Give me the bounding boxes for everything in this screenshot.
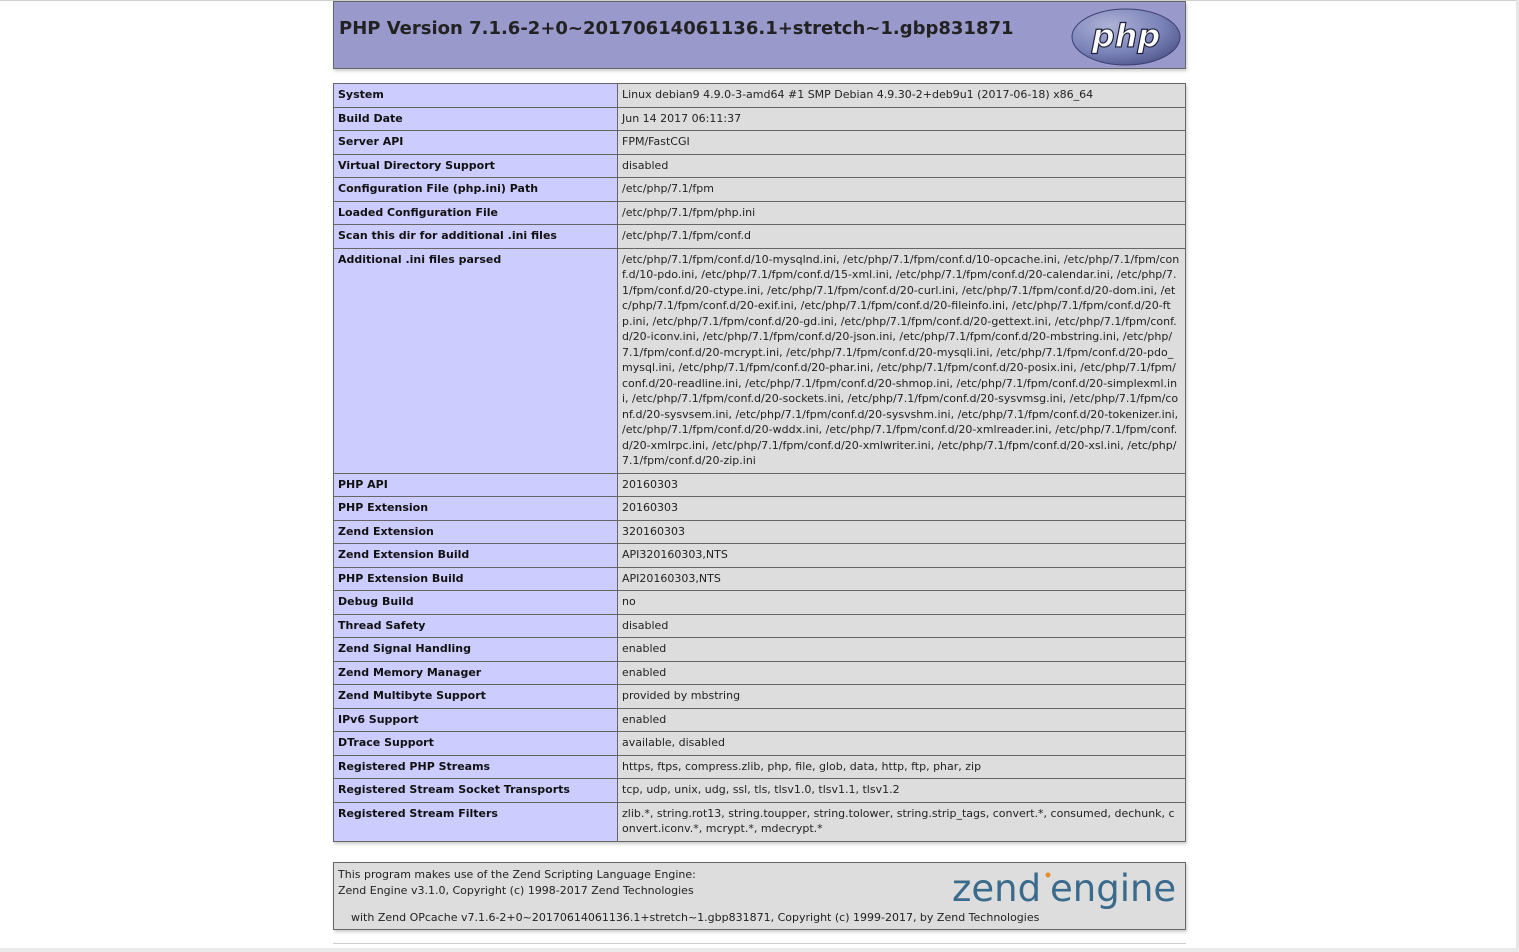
info-row-label: Build Date [333, 106, 618, 131]
info-row-label: Configuration File (php.ini) Path [333, 177, 618, 202]
info-row: Registered Stream Filters zlib.*, string.… [333, 801, 1186, 842]
info-row: Thread Safety disabled [333, 613, 1186, 638]
info-row-label: Virtual Directory Support [333, 153, 618, 178]
info-row-label: Zend Signal Handling [333, 637, 618, 662]
info-row-label: Server API [333, 130, 618, 155]
info-row-value: API320160303,NTS [617, 543, 1186, 568]
info-row-label: Zend Multibyte Support [333, 684, 618, 709]
info-row: Registered PHP Streams https, ftps, compr… [333, 754, 1186, 779]
info-row-label: Zend Extension [333, 519, 618, 544]
php-version-header: PHP Version 7.1.6-2+0~20170614061136.1+s… [333, 1, 1186, 69]
php-info-table: System Linux debian9 4.9.0-3-amd64 #1 SMP… [333, 83, 1186, 842]
info-row: Scan this dir for additional .ini files /… [333, 224, 1186, 249]
info-row: Debug Build no [333, 590, 1186, 615]
info-row: Zend Extension Build API320160303,NTS [333, 543, 1186, 568]
info-row-label: Registered Stream Filters [333, 801, 618, 842]
info-row-value: no [617, 590, 1186, 615]
info-row: Configuration File (php.ini) Path/etc/ph… [333, 177, 1186, 202]
info-row: Virtual Directory Support disabled [333, 153, 1186, 178]
info-row-value: enabled [617, 660, 1186, 685]
info-row-value: 320160303 [617, 519, 1186, 544]
info-row-label: Registered PHP Streams [333, 754, 618, 779]
info-row-value: https, ftps, compress.zlib, php, file, g… [617, 754, 1186, 779]
info-row-label: Zend Memory Manager [333, 660, 618, 685]
info-row: IPv6 Support enabled [333, 707, 1186, 732]
info-row: PHP Extension Build API20160303,NTS [333, 566, 1186, 591]
info-row-value: Linux debian9 4.9.0-3-amd64 #1 SMP Debia… [617, 83, 1186, 108]
info-row: Zend Extension 320160303 [333, 519, 1186, 544]
info-row-label: IPv6 Support [333, 707, 618, 732]
info-row-value: /etc/php/7.1/fpm/php.ini [617, 200, 1186, 225]
php-logo-icon[interactable]: php [1071, 8, 1181, 66]
zend-engine-version-text: Zend Engine v3.1.0, Copyright (c) 1998-2… [338, 884, 694, 897]
info-row-value: provided by mbstring [617, 684, 1186, 709]
info-row-value: /etc/php/7.1/fpm/conf.d/10-mysqlnd.ini, … [617, 247, 1186, 474]
info-row-label: Debug Build [333, 590, 618, 615]
zend-engine-logo-icon[interactable]: zend engine [950, 865, 1182, 913]
info-row: Loaded Configuration File/etc/php/7.1/fp… [333, 200, 1186, 225]
info-row-value: FPM/FastCGI [617, 130, 1186, 155]
info-row-value: API20160303,NTS [617, 566, 1186, 591]
info-row-value: Jun 14 2017 06:11:37 [617, 106, 1186, 131]
info-row: Registered Stream Socket Transports tcp, … [333, 778, 1186, 803]
info-row-value: disabled [617, 153, 1186, 178]
info-row: System Linux debian9 4.9.0-3-amd64 #1 SMP… [333, 83, 1186, 108]
info-row: Additional .ini files parsed/etc/php/7.1… [333, 247, 1186, 474]
info-row-value: /etc/php/7.1/fpm [617, 177, 1186, 202]
info-row-value: 20160303 [617, 496, 1186, 521]
info-row-label: PHP API [333, 472, 618, 497]
window-bottom-border [0, 948, 1519, 952]
info-row-value: available, disabled [617, 731, 1186, 756]
info-row-label: PHP Extension Build [333, 566, 618, 591]
footer-separator [333, 943, 1186, 944]
info-row-label: Zend Extension Build [333, 543, 618, 568]
info-row-value: /etc/php/7.1/fpm/conf.d [617, 224, 1186, 249]
zend-engine-section: This program makes use of the Zend Scrip… [333, 862, 1186, 930]
php-logo-text: php [1091, 17, 1161, 55]
info-row: Build Date Jun 14 2017 06:11:37 [333, 106, 1186, 131]
info-row-label: Loaded Configuration File [333, 200, 618, 225]
info-row: Zend Multibyte Support provided by mbstri… [333, 684, 1186, 709]
info-row: Server API FPM/FastCGI [333, 130, 1186, 155]
page-title: PHP Version 7.1.6-2+0~20170614061136.1+s… [339, 18, 1014, 39]
info-row-label: DTrace Support [333, 731, 618, 756]
info-row: PHP API 20160303 [333, 472, 1186, 497]
zend-logo-dot [1045, 872, 1051, 878]
info-row-label: Thread Safety [333, 613, 618, 638]
info-row-value: enabled [617, 637, 1186, 662]
info-row: Zend Signal Handling enabled [333, 637, 1186, 662]
info-row-value: zlib.*, string.rot13, string.toupper, st… [617, 801, 1186, 842]
info-row-value: enabled [617, 707, 1186, 732]
info-row-value: disabled [617, 613, 1186, 638]
info-row-value: 20160303 [617, 472, 1186, 497]
zend-logo-word2: engine [1050, 867, 1176, 910]
info-row-label: Registered Stream Socket Transports [333, 778, 618, 803]
zend-intro-text: This program makes use of the Zend Scrip… [338, 868, 696, 881]
zend-opcache-text: with Zend OPcache v7.1.6-2+0~20170614061… [351, 911, 1040, 924]
zend-logo-word1: zend [952, 867, 1041, 910]
info-row: PHP Extension 20160303 [333, 496, 1186, 521]
info-row: DTrace Support available, disabled [333, 731, 1186, 756]
info-row: Zend Memory Manager enabled [333, 660, 1186, 685]
info-row-label: System [333, 83, 618, 108]
info-row-label: PHP Extension [333, 496, 618, 521]
info-row-label: Additional .ini files parsed [333, 247, 618, 474]
info-row-value: tcp, udp, unix, udg, ssl, tls, tlsv1.0, … [617, 778, 1186, 803]
info-row-label: Scan this dir for additional .ini files [333, 224, 618, 249]
